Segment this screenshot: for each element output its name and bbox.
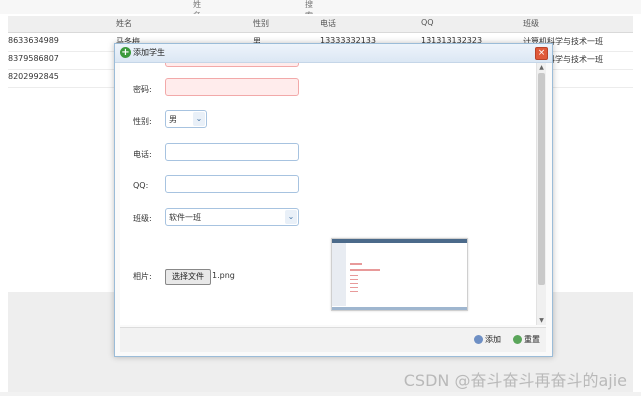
column-header-class[interactable]: 班级 xyxy=(523,18,539,29)
scroll-up-icon[interactable]: ▲ xyxy=(537,63,546,72)
gender-select[interactable]: 男 ⌄ xyxy=(165,110,207,128)
scrollbar-thumb[interactable] xyxy=(538,73,545,285)
add-button-label: 添加 xyxy=(485,335,501,344)
user-add-icon xyxy=(474,335,483,344)
column-header-sex[interactable]: 性别 xyxy=(253,18,269,29)
column-header-name[interactable]: 姓名 xyxy=(116,18,132,29)
reset-button[interactable]: 重置 xyxy=(513,334,540,347)
cell-id: 8379586807 xyxy=(8,54,59,63)
phone-field[interactable] xyxy=(165,143,299,161)
chevron-down-icon[interactable]: ⌄ xyxy=(285,210,297,224)
dialog-titlebar[interactable]: + 添加学生 × xyxy=(115,44,552,63)
class-label: 班级: xyxy=(133,214,152,223)
close-button[interactable]: × xyxy=(535,47,548,60)
reset-button-label: 重置 xyxy=(524,335,540,344)
photo-preview xyxy=(331,238,468,311)
scroll-down-icon[interactable]: ▼ xyxy=(537,316,546,325)
watermark: CSDN @奋斗奋斗再奋斗的ajie xyxy=(403,371,627,390)
phone-label: 电话: xyxy=(133,150,152,159)
chevron-down-icon[interactable]: ⌄ xyxy=(193,112,205,126)
password-field[interactable] xyxy=(165,78,299,96)
gender-value: 男 xyxy=(169,115,177,124)
vertical-scrollbar[interactable]: ▲ ▼ xyxy=(536,63,546,325)
column-header-phone[interactable]: 电话 xyxy=(320,18,336,29)
dialog-form: 密码: 性别: 男 ⌄ 电话: QQ: 班级: 软件一班 ⌄ 相片: 选择文件 … xyxy=(120,63,546,325)
add-student-dialog: + 添加学生 × 密码: 性别: 男 ⌄ 电话: QQ: 班级: 软件一班 ⌄ … xyxy=(114,43,553,357)
class-value: 软件一班 xyxy=(169,213,201,222)
file-name: 1.png xyxy=(212,271,235,280)
top-toolbar: 姓名 搜索 xyxy=(0,0,641,20)
cell-id: 8202992845 xyxy=(8,72,59,81)
qq-label: QQ: xyxy=(133,181,149,190)
add-icon: + xyxy=(120,47,131,58)
choose-file-button[interactable]: 选择文件 xyxy=(165,269,211,285)
qq-field[interactable] xyxy=(165,175,299,193)
column-header-qq[interactable]: QQ xyxy=(421,18,434,27)
name-field[interactable] xyxy=(165,63,299,67)
cell-id: 8633634989 xyxy=(8,36,59,45)
password-label: 密码: xyxy=(133,85,152,94)
dialog-title: 添加学生 xyxy=(133,48,165,57)
gender-label: 性别: xyxy=(133,117,152,126)
dialog-footer: 添加 重置 xyxy=(120,327,546,352)
reset-icon xyxy=(513,335,522,344)
class-select[interactable]: 软件一班 ⌄ xyxy=(165,208,299,226)
add-button[interactable]: 添加 xyxy=(474,334,501,347)
photo-label: 相片: xyxy=(133,272,152,281)
datagrid-header: 姓名 性别 电话 QQ 班级 xyxy=(8,16,633,33)
